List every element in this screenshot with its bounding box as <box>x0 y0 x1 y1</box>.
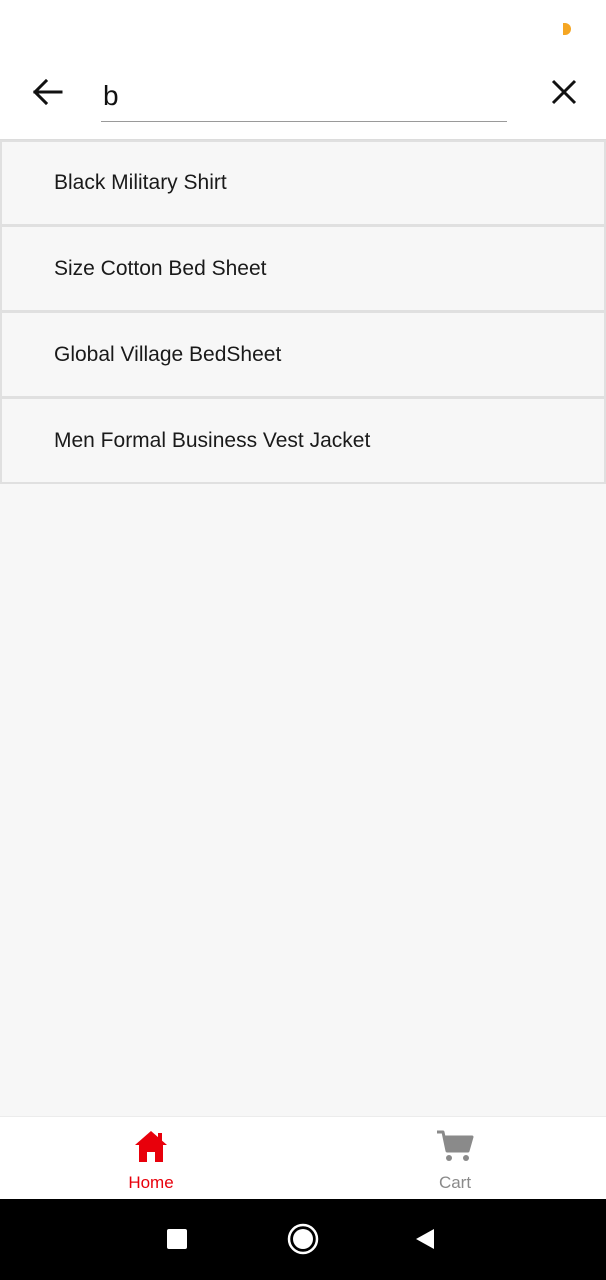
suggestion-label: Size Cotton Bed Sheet <box>54 256 267 280</box>
suggestion-label: Black Military Shirt <box>54 171 227 194</box>
status-indicator-icon <box>563 23 571 35</box>
suggestion-label: Men Formal Business Vest Jacket <box>54 428 371 452</box>
suggestion-label: Global Village BedSheet <box>54 342 282 366</box>
suggestion-item[interactable]: Global Village BedSheet <box>0 312 606 398</box>
arrow-left-icon <box>32 78 63 106</box>
suggestion-item[interactable]: Black Military Shirt <box>0 140 606 226</box>
circle-icon <box>287 1223 319 1255</box>
recents-button[interactable] <box>160 1219 194 1259</box>
suggestion-item[interactable]: Men Formal Business Vest Jacket <box>0 398 606 484</box>
system-back-button[interactable] <box>408 1219 442 1259</box>
suggestion-list: Black Military Shirt Size Cotton Bed She… <box>0 140 606 484</box>
search-header <box>0 56 606 140</box>
square-icon <box>167 1229 187 1249</box>
nav-home-tab[interactable]: Home <box>71 1117 231 1200</box>
system-home-button[interactable] <box>283 1219 323 1259</box>
home-icon <box>135 1131 167 1162</box>
nav-cart-tab[interactable]: Cart <box>375 1117 535 1200</box>
back-button[interactable] <box>24 72 70 112</box>
bottom-navigation: Home Cart <box>0 1116 606 1199</box>
status-bar <box>0 0 606 56</box>
clear-search-button[interactable] <box>542 72 586 112</box>
system-navigation-bar <box>0 1199 606 1280</box>
nav-home-label: Home <box>128 1173 174 1192</box>
search-input[interactable] <box>101 70 507 122</box>
cart-icon <box>437 1130 474 1161</box>
close-icon <box>551 79 577 105</box>
triangle-back-icon <box>416 1229 434 1249</box>
suggestion-item[interactable]: Size Cotton Bed Sheet <box>0 226 606 312</box>
nav-cart-label: Cart <box>438 1173 472 1192</box>
